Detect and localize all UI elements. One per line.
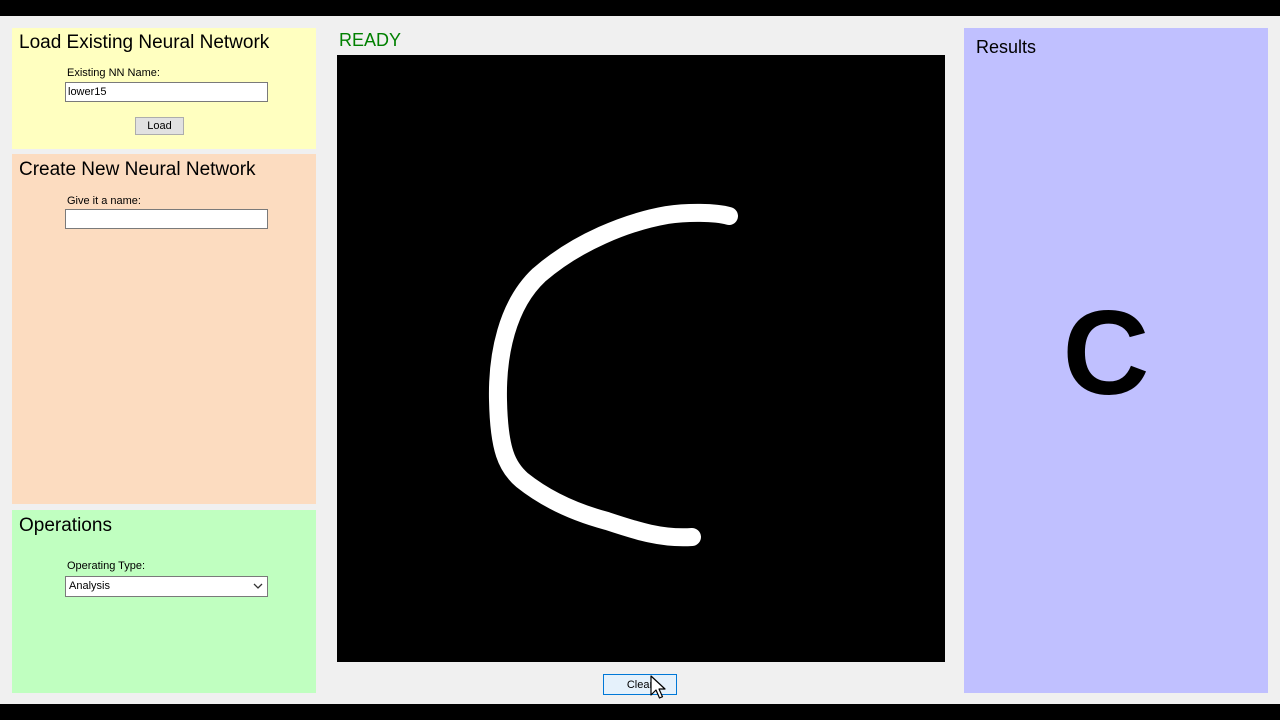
mouse-cursor-icon [650,675,666,699]
existing-nn-name-input[interactable] [65,82,268,102]
operating-type-label: Operating Type: [67,560,146,572]
drawing-canvas[interactable] [337,55,945,662]
load-button[interactable]: Load [135,117,184,135]
drawn-stroke [488,203,738,547]
app-window: Load Existing Neural Network Existing NN… [0,16,1280,704]
status-label: READY [339,30,402,50]
new-nn-name-label: Give it a name: [67,195,141,207]
prediction-result: C [1062,286,1150,420]
operations-panel: Operations Operating Type: Analysis [12,510,316,693]
chevron-down-icon [253,583,263,589]
operating-type-dropdown[interactable]: Analysis [65,576,268,597]
new-nn-name-input[interactable] [65,209,268,229]
existing-nn-name-label: Existing NN Name: [67,67,160,79]
results-title: Results [976,37,1037,57]
create-panel-title: Create New Neural Network [19,159,256,180]
load-panel-title: Load Existing Neural Network [19,32,270,53]
results-panel: Results C [964,28,1268,693]
operations-panel-title: Operations [19,515,112,536]
load-network-panel: Load Existing Neural Network Existing NN… [12,28,316,149]
operating-type-value: Analysis [69,580,110,592]
create-network-panel: Create New Neural Network Give it a name… [12,154,316,504]
